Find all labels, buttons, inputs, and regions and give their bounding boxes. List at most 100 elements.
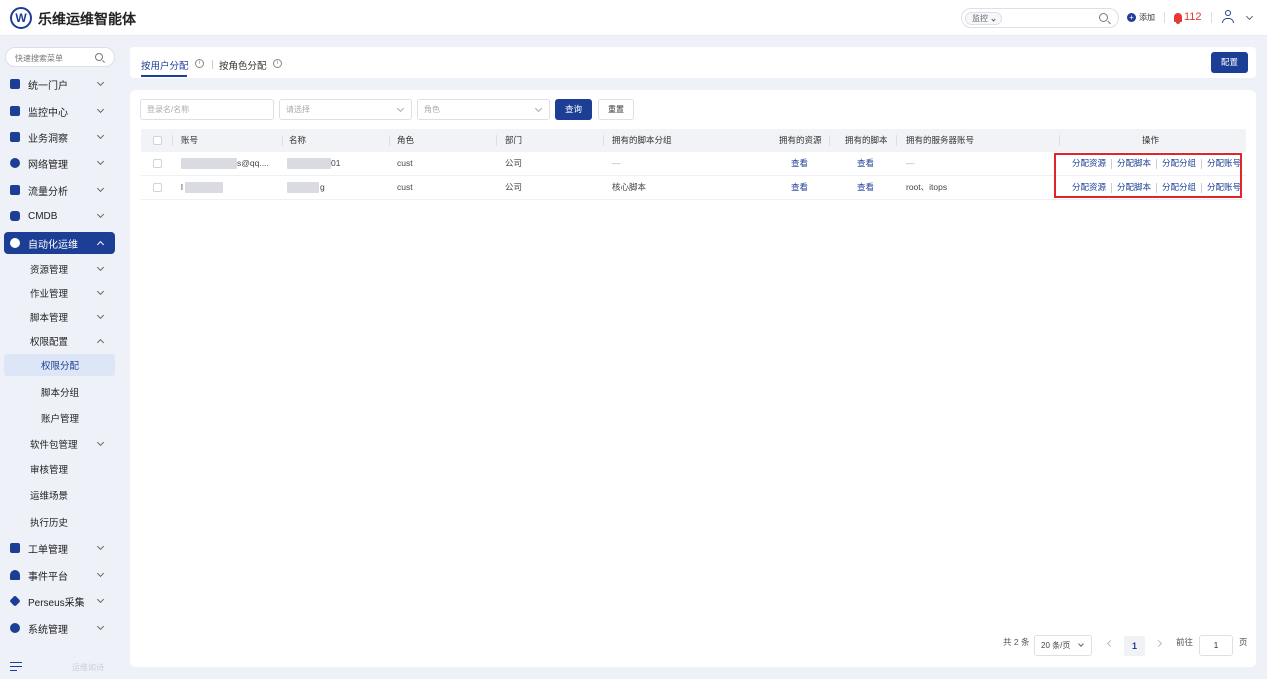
chevron-up-icon [96, 240, 105, 248]
global-search-input[interactable]: 监控 [961, 8, 1119, 28]
account-search-input[interactable]: 登录名/名称 [140, 99, 274, 120]
view-script-link[interactable]: 查看 [857, 152, 874, 175]
tab-by-role[interactable]: 按角色分配 [219, 58, 267, 72]
sidebar-item-portal[interactable]: 统一门户 [4, 73, 115, 95]
add-button[interactable]: + 添加 [1127, 12, 1155, 23]
divider [1211, 12, 1212, 23]
cell-dept: 公司 [505, 182, 523, 192]
gear-icon [10, 623, 20, 633]
query-button[interactable]: 查询 [555, 99, 592, 120]
sidebar-item-traffic[interactable]: 流量分析 [4, 179, 115, 201]
sidebar-item-perseus[interactable]: Perseus采集 [4, 590, 115, 612]
sidebar-sub-audit[interactable]: 审核管理 [4, 458, 115, 480]
chevron-down-icon [534, 104, 543, 113]
redacted-block [287, 158, 331, 169]
sidebar-sub-resources[interactable]: 资源管理 [4, 258, 115, 280]
automation-icon [10, 238, 20, 248]
search-scope-select[interactable]: 监控 [965, 12, 1003, 25]
plus-circle-icon: + [1127, 13, 1136, 22]
current-page[interactable]: 1 [1124, 636, 1145, 656]
prev-page-icon[interactable] [1106, 639, 1115, 648]
goto-page-input[interactable]: 1 [1199, 635, 1233, 656]
sidebar-sub-accounts[interactable]: 账户管理 [4, 407, 115, 429]
info-icon[interactable]: i [273, 59, 282, 68]
chevron-down-icon [96, 569, 105, 578]
next-page-icon[interactable] [1154, 639, 1163, 648]
chevron-down-icon[interactable] [1245, 12, 1254, 21]
sidebar-item-network[interactable]: 网络管理 [4, 152, 115, 174]
traffic-icon [10, 185, 20, 195]
chevron-down-icon [96, 622, 105, 631]
view-script-link[interactable]: 查看 [857, 176, 874, 199]
select-all-checkbox[interactable] [153, 136, 162, 145]
top-header: W 乐维运维智能体 监控 + 添加 112 [0, 0, 1267, 36]
ticket-icon [10, 543, 20, 553]
page-size-select[interactable]: 20 条/页 [1034, 635, 1092, 656]
goto-label: 前往 [1176, 637, 1194, 647]
cell-server-account: — [906, 158, 915, 168]
cell-server-account: root、itops [906, 182, 948, 192]
cell-dept: 公司 [505, 158, 523, 168]
chevron-down-icon [96, 131, 105, 140]
logo-icon: W [10, 7, 32, 29]
search-icon[interactable] [95, 53, 103, 61]
row-checkbox[interactable] [153, 159, 162, 168]
menu-search-input[interactable]: 快速搜索菜单 [5, 47, 115, 67]
tab-bar: 按用户分配 i 按角色分配 i 配置 [130, 47, 1256, 78]
divider [1164, 12, 1165, 23]
info-icon[interactable]: i [195, 59, 204, 68]
cell-name: g [320, 182, 325, 192]
cell-script-group: — [612, 158, 621, 168]
chevron-down-icon [96, 157, 105, 166]
insight-icon [10, 132, 20, 142]
col-script-group: 拥有的脚本分组 [612, 135, 672, 145]
globe-icon [10, 158, 20, 168]
cell-role: cust [397, 158, 413, 168]
sidebar-item-events[interactable]: 事件平台 [4, 564, 115, 586]
search-icon[interactable] [1099, 13, 1108, 22]
sidebar-item-insight[interactable]: 业务洞察 [4, 126, 115, 148]
view-resource-link[interactable]: 查看 [791, 176, 808, 199]
col-resource: 拥有的资源 [779, 135, 822, 145]
bell-icon [1174, 12, 1182, 24]
chevron-down-icon [96, 287, 105, 296]
sidebar-sub-jobs[interactable]: 作业管理 [4, 282, 115, 304]
sidebar-sub-history[interactable]: 执行历史 [4, 511, 115, 533]
sidebar-item-system[interactable]: 系统管理 [4, 617, 115, 639]
diamond-icon [9, 595, 21, 607]
chevron-down-icon [1078, 641, 1084, 647]
sidebar-item-cmdb[interactable]: CMDB [4, 205, 115, 227]
sidebar-sub-permission-assign[interactable]: 权限分配 [4, 354, 115, 376]
sidebar-sub-scenes[interactable]: 运维场景 [4, 484, 115, 506]
cell-account: s@qq.... [237, 158, 269, 168]
chevron-down-icon [96, 595, 105, 604]
sidebar-sub-script-group[interactable]: 脚本分组 [4, 381, 115, 403]
home-icon [10, 79, 20, 89]
col-account: 账号 [181, 135, 199, 145]
sidebar-item-tickets[interactable]: 工单管理 [4, 537, 115, 559]
config-button[interactable]: 配置 [1211, 52, 1248, 73]
sidebar-sub-scripts[interactable]: 脚本管理 [4, 306, 115, 328]
tab-by-user[interactable]: 按用户分配 [141, 58, 189, 72]
table-header: 账号 名称 角色 部门 拥有的脚本分组 拥有的资源 拥有的脚本 拥有的服务器账号… [141, 129, 1246, 152]
row-checkbox[interactable] [153, 183, 162, 192]
collapse-menu-icon[interactable] [10, 662, 22, 672]
total-count: 共 2 条 [1003, 637, 1030, 647]
cube-icon [10, 211, 20, 221]
role-select[interactable]: 角色 [417, 99, 550, 120]
bell-icon [10, 570, 20, 580]
chevron-down-icon [96, 311, 105, 320]
sidebar-item-monitor[interactable]: 监控中心 [4, 100, 115, 122]
view-resource-link[interactable]: 查看 [791, 152, 808, 175]
reset-button[interactable]: 重置 [598, 99, 634, 120]
sidebar-sub-permission-config[interactable]: 权限配置 [4, 330, 115, 352]
select-dropdown[interactable]: 请选择 [279, 99, 412, 120]
sidebar-sub-packages[interactable]: 软件包管理 [4, 433, 115, 455]
chevron-down-icon [96, 78, 105, 87]
cell-name: 01 [331, 158, 341, 168]
alerts-button[interactable]: 112 [1174, 11, 1202, 24]
col-server-account: 拥有的服务器账号 [906, 135, 975, 145]
cell-script-group: 核心脚本 [612, 182, 647, 192]
sidebar-item-automation[interactable]: 自动化运维 [4, 232, 115, 254]
user-icon[interactable] [1222, 10, 1234, 23]
